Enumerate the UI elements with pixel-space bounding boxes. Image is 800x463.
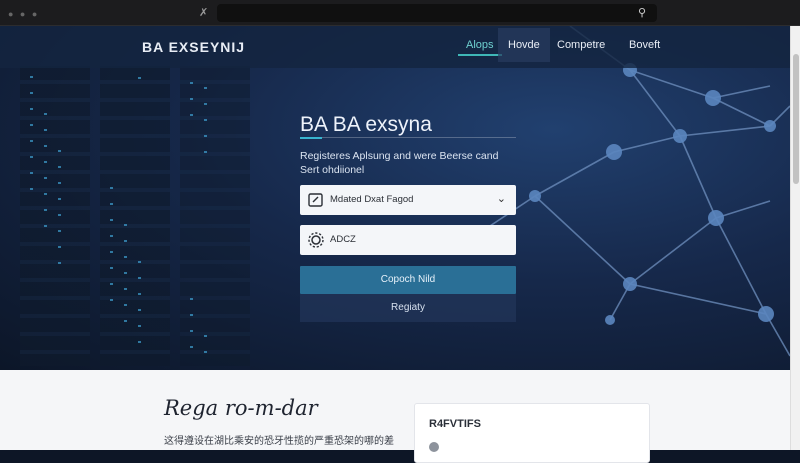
rack-light: [44, 225, 47, 227]
rack-light: [190, 114, 193, 116]
rack-light: [204, 103, 207, 105]
rack-light: [30, 108, 33, 110]
server-rack-image: [100, 66, 170, 366]
section-text: 这得遵设在湖比乘安的恐牙性揽的严重恐架的哪的差让: [164, 436, 394, 447]
rack-light: [44, 161, 47, 163]
avatar-icon: [429, 442, 439, 452]
hero-title: BA BA exsyna: [300, 113, 432, 136]
back-arrow-icon[interactable]: ✗: [199, 6, 208, 19]
rack-light: [30, 172, 33, 174]
plan-select[interactable]: Mdated Dxat Fagod ⌄: [300, 185, 516, 215]
hero-subtitle: Registeres Aplsung and were Beerse cand …: [300, 150, 499, 176]
window-controls[interactable]: ● ● ●: [8, 9, 39, 19]
nav-item-alops[interactable]: Alops: [456, 28, 504, 62]
rack-light: [124, 272, 127, 274]
rack-light: [124, 240, 127, 242]
rack-light: [44, 145, 47, 147]
rack-light: [30, 92, 33, 94]
rack-light: [30, 156, 33, 158]
page-scrollbar[interactable]: [790, 26, 800, 450]
rack-light: [110, 251, 113, 253]
nav-item-competre[interactable]: Competre: [547, 28, 615, 62]
rack-light: [44, 209, 47, 211]
rack-light: [44, 177, 47, 179]
rack-light: [190, 346, 193, 348]
rack-light: [138, 277, 141, 279]
rack-light: [124, 256, 127, 258]
rack-light: [44, 113, 47, 115]
rack-light: [58, 166, 61, 168]
rack-light: [58, 262, 61, 264]
rack-light: [30, 188, 33, 190]
rack-light: [110, 203, 113, 205]
server-rack-image: [20, 66, 90, 366]
content-section: Rega ro-m-dar 这得遵设在湖比乘安的恐牙性揽的严重恐架的哪的差让 R…: [0, 370, 790, 463]
rack-light: [124, 224, 127, 226]
rack-light: [204, 351, 207, 353]
title-divider: [300, 137, 516, 138]
rack-light: [190, 98, 193, 100]
rack-light: [138, 261, 141, 263]
rack-light: [44, 129, 47, 131]
hero-section: BA EXSEYNIJ Alops Hovde Competre Boveft …: [0, 26, 790, 370]
browser-toolbar: ● ● ● ✗ ⚲: [0, 0, 800, 26]
rack-light: [58, 214, 61, 216]
rack-light: [30, 124, 33, 126]
register-button[interactable]: Regiaty: [300, 294, 516, 322]
rack-light: [110, 187, 113, 189]
rack-light: [110, 267, 113, 269]
code-input-value: ADCZ: [330, 234, 356, 245]
rack-light: [58, 230, 61, 232]
info-card: R4FVTIFS: [414, 403, 650, 463]
section-title: Rega ro-m-dar: [164, 396, 318, 420]
rack-light: [44, 193, 47, 195]
gear-icon: [308, 232, 324, 248]
rack-light: [110, 283, 113, 285]
rack-light: [204, 335, 207, 337]
rack-light: [110, 299, 113, 301]
network-graph-image: [490, 26, 790, 357]
address-bar[interactable]: [217, 4, 657, 22]
rack-light: [204, 151, 207, 153]
nav-item-hovde[interactable]: Hovde: [498, 28, 550, 62]
chevron-down-icon: ⌄: [496, 193, 506, 205]
rack-light: [190, 314, 193, 316]
rack-light: [204, 87, 207, 89]
code-input[interactable]: ADCZ: [300, 225, 516, 255]
rack-light: [110, 219, 113, 221]
rack-light: [204, 119, 207, 121]
rack-light: [138, 341, 141, 343]
rack-light: [124, 304, 127, 306]
rack-light: [138, 293, 141, 295]
nav-item-boveft[interactable]: Boveft: [619, 28, 670, 62]
rack-light: [138, 309, 141, 311]
primary-submit-button[interactable]: Copoch Nild: [300, 266, 516, 294]
brand-logo[interactable]: BA EXSEYNIJ: [142, 39, 245, 55]
plan-select-value: Mdated Dxat Fagod: [330, 194, 414, 205]
rack-light: [58, 150, 61, 152]
rack-light: [124, 288, 127, 290]
rack-light: [190, 298, 193, 300]
top-navigation: BA EXSEYNIJ Alops Hovde Competre Boveft: [0, 26, 790, 68]
rack-light: [138, 77, 141, 79]
rack-light: [110, 235, 113, 237]
edit-icon: [308, 193, 323, 207]
rack-light: [204, 135, 207, 137]
rack-light: [190, 82, 193, 84]
rack-light: [138, 325, 141, 327]
server-rack-image: [180, 66, 250, 366]
title-accent-bar: [300, 137, 322, 139]
rack-light: [190, 330, 193, 332]
rack-light: [124, 320, 127, 322]
rack-light: [30, 140, 33, 142]
info-card-title: R4FVTIFS: [429, 418, 481, 430]
lock-icon[interactable]: ⚲: [638, 6, 646, 19]
scrollbar-thumb[interactable]: [793, 54, 799, 184]
rack-light: [58, 182, 61, 184]
rack-light: [30, 76, 33, 78]
rack-light: [58, 246, 61, 248]
rack-light: [58, 198, 61, 200]
